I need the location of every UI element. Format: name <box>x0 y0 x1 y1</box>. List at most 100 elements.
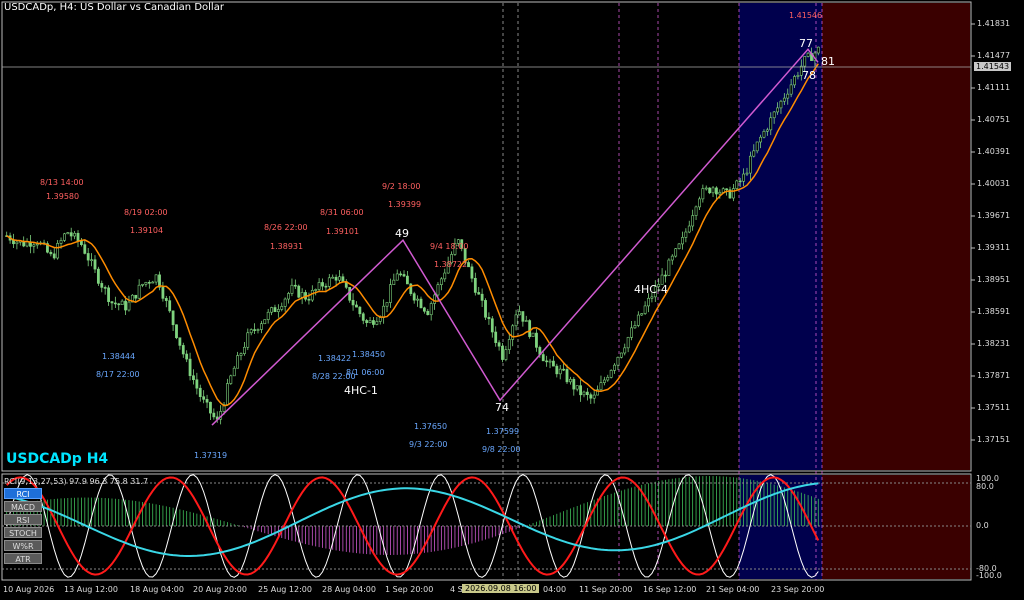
candle-body <box>212 412 216 418</box>
candle-body <box>263 319 267 325</box>
candle-body <box>650 296 654 299</box>
candle-body <box>185 353 189 360</box>
candle-body <box>276 309 280 313</box>
time-axis-label: 4 S <box>450 585 463 594</box>
candle-body <box>76 232 80 242</box>
wave-label: 78 <box>802 69 816 82</box>
candle-body <box>806 52 810 57</box>
candle-body <box>667 259 671 276</box>
candle-body <box>670 255 674 261</box>
low-annotation-date: 9/3 22:00 <box>409 440 448 449</box>
candle-body <box>188 358 192 377</box>
candle-body <box>535 332 538 348</box>
candle-body <box>100 283 104 288</box>
candle-body <box>545 360 549 363</box>
candle-body <box>772 111 776 119</box>
candle-body <box>96 268 100 284</box>
chart-title: USDCADp, H4: US Dollar vs Canadian Dolla… <box>4 2 224 13</box>
rci-axis-label: 80.0 <box>976 482 994 491</box>
candle-body <box>35 243 39 246</box>
time-axis-label: 23 Sep 20:00 <box>771 585 825 594</box>
candle-body <box>674 248 678 257</box>
rci-highlight-blue <box>739 475 822 579</box>
candle-body <box>178 337 182 346</box>
low-annotation-price: 1.38444 <box>102 352 136 361</box>
stoch-button[interactable]: STOCH <box>4 527 42 538</box>
candle-body <box>297 285 301 298</box>
candle-body <box>433 294 436 304</box>
candle-body <box>429 303 433 316</box>
candle-body <box>439 278 443 285</box>
candle-body <box>470 266 474 279</box>
candle-body <box>776 107 779 113</box>
atr-button[interactable]: ATR <box>4 553 42 564</box>
candle-body <box>287 293 290 300</box>
candle-body <box>168 300 172 312</box>
candle-body <box>548 360 552 363</box>
candle-body <box>816 46 820 54</box>
high-annotation-date: 8/26 22:00 <box>264 223 308 232</box>
candle-body <box>725 188 729 191</box>
candle-body <box>558 368 562 375</box>
candle-body <box>501 345 504 360</box>
time-axis-label: 04:00 <box>543 585 567 594</box>
low-annotation-price: 1.38450 <box>352 350 386 359</box>
candle-body <box>300 292 304 298</box>
high-annotation-price: 1.39399 <box>388 200 422 209</box>
candle-body <box>619 352 623 358</box>
price-axis-label: 1.41831 <box>977 19 1011 28</box>
candle-body <box>684 231 688 238</box>
candle-body <box>229 375 233 384</box>
candle-body <box>416 298 419 301</box>
price-axis-label: 1.40751 <box>977 115 1011 124</box>
wpr-button[interactable]: W%R <box>4 540 42 551</box>
candle-body <box>232 367 236 377</box>
high-annotation-price: 1.38931 <box>270 242 304 251</box>
candle-body <box>161 286 165 299</box>
candle-body <box>494 331 498 343</box>
candle-body <box>317 282 321 290</box>
candle-body <box>259 323 263 330</box>
candle-body <box>365 320 369 323</box>
pattern-label-hc4: 4HC-4 <box>634 283 668 296</box>
time-axis-label: 20 Aug 20:00 <box>193 585 247 594</box>
candle-body <box>226 383 229 405</box>
candle-body <box>715 187 718 195</box>
candle-body <box>314 289 318 291</box>
wave-label: 77 <box>799 37 813 50</box>
candle-body <box>490 318 494 333</box>
candle-body <box>752 150 756 157</box>
low-annotation-date: 8/1 06:00 <box>346 368 385 377</box>
candle-body <box>124 300 127 311</box>
top-price-label: 1.41546 <box>789 11 823 20</box>
candle-body <box>273 307 277 313</box>
macd-button[interactable]: MACD <box>4 501 42 512</box>
candle-body <box>698 198 701 208</box>
candle-body <box>293 284 297 287</box>
candle-body <box>711 187 715 194</box>
candle-body <box>585 391 589 395</box>
candle-body <box>134 294 138 299</box>
candle-body <box>582 391 586 396</box>
candle-body <box>69 232 73 237</box>
candle-body <box>243 346 246 354</box>
rci-title: RCI(9,13,27,53) 97.9 96.3 75.8 31.7 <box>4 477 149 486</box>
candle-body <box>664 274 667 277</box>
price-axis-label: 1.38231 <box>977 339 1011 348</box>
candle-body <box>701 188 705 200</box>
candle-body <box>310 290 314 301</box>
rci-button[interactable]: RCI <box>4 488 42 499</box>
candle-body <box>389 284 392 303</box>
candle-body <box>575 385 579 390</box>
candle-body <box>385 302 389 307</box>
candle-body <box>141 283 144 286</box>
chart-canvas[interactable] <box>0 0 1024 600</box>
candle-body <box>748 155 752 174</box>
rsi-button[interactable]: RSI <box>4 514 42 525</box>
candle-body <box>473 277 477 293</box>
candle-body <box>249 329 253 334</box>
candle-body <box>181 345 185 355</box>
low-annotation-price: 1.38422 <box>318 354 352 363</box>
candle-body <box>786 93 790 99</box>
candle-body <box>406 275 409 285</box>
